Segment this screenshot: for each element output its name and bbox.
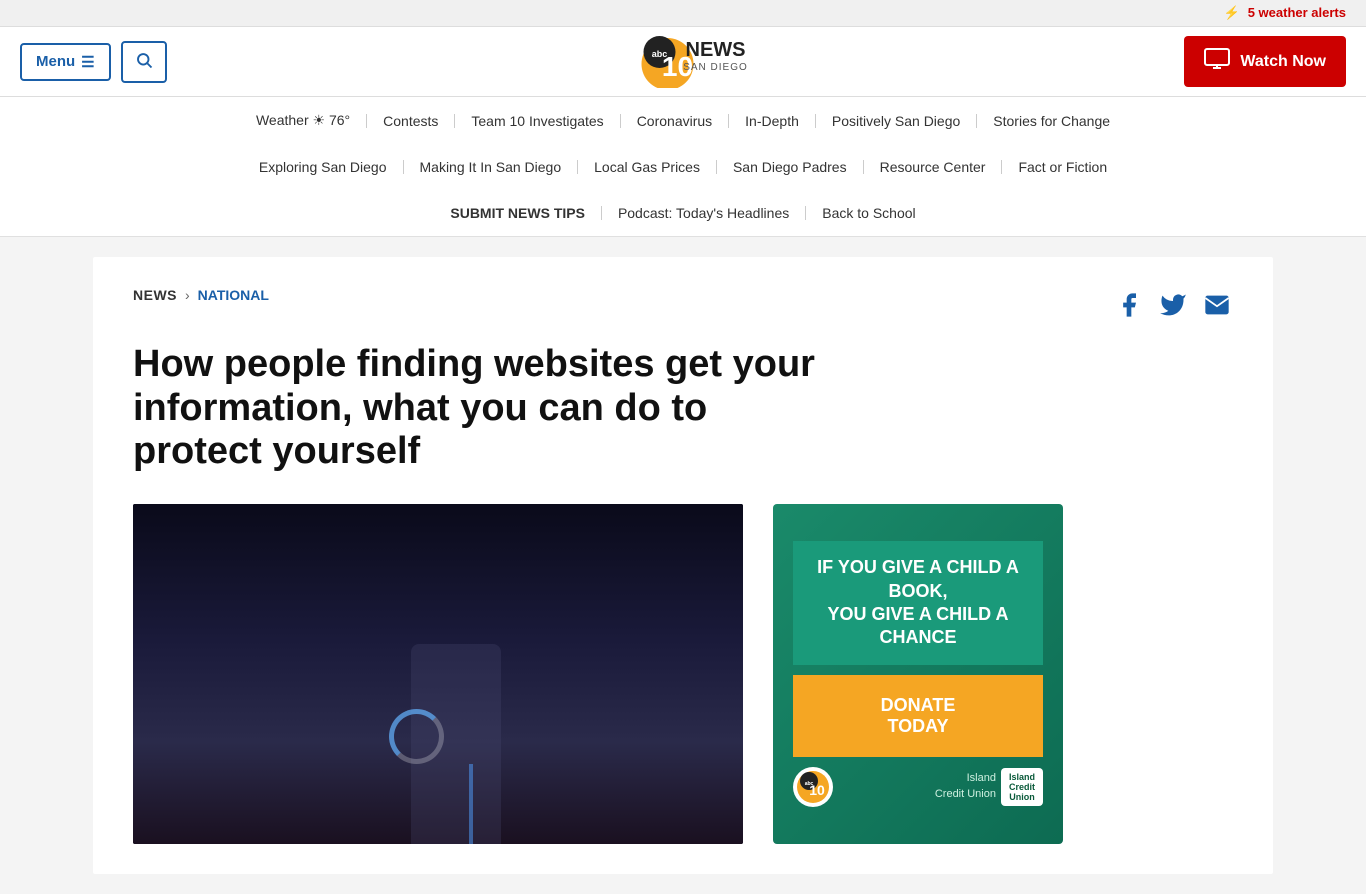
nav-row-3: SUBMIT NEWS TIPS Podcast: Today's Headli… xyxy=(0,190,1366,236)
nav-podcast[interactable]: Podcast: Today's Headlines xyxy=(602,200,805,226)
article-media xyxy=(133,504,743,844)
nav-positively[interactable]: Positively San Diego xyxy=(816,108,976,134)
nav-weather[interactable]: Weather ☀ 76° xyxy=(240,107,366,134)
nav-resource[interactable]: Resource Center xyxy=(864,154,1002,180)
search-icon xyxy=(135,51,153,73)
hamburger-icon: ☰ xyxy=(81,53,94,71)
breadcrumb: NEWS › NATIONAL xyxy=(133,287,269,303)
ad-donate-button[interactable]: DONATE TODAY xyxy=(793,675,1043,757)
article-card: NEWS › NATIONAL xyxy=(93,257,1273,874)
social-share xyxy=(1113,289,1233,321)
nav-coronavirus[interactable]: Coronavirus xyxy=(621,108,728,134)
loading-spinner xyxy=(389,709,444,764)
breadcrumb-chevron: › xyxy=(185,287,190,303)
nav-indepth[interactable]: In-Depth xyxy=(729,108,815,134)
nav-gas[interactable]: Local Gas Prices xyxy=(578,154,716,180)
nav-submit-tips[interactable]: SUBMIT NEWS TIPS xyxy=(434,200,601,226)
nav-padres[interactable]: San Diego Padres xyxy=(717,154,863,180)
breadcrumb-news[interactable]: NEWS xyxy=(133,287,177,303)
nav-fact[interactable]: Fact or Fiction xyxy=(1002,154,1123,180)
nav-stories[interactable]: Stories for Change xyxy=(977,108,1126,134)
nav-backtoschool[interactable]: Back to School xyxy=(806,200,931,226)
ad-sponsor-line1: Island xyxy=(967,772,996,784)
header-left: Menu ☰ xyxy=(20,41,167,83)
logo[interactable]: abc 10 NEWS SAN DIEGO xyxy=(616,30,751,93)
search-button[interactable] xyxy=(121,41,167,83)
alert-text: 5 weather alerts xyxy=(1248,5,1346,20)
ad-donate-sub: TODAY xyxy=(803,716,1033,737)
nav-row-2: Exploring San Diego Making It In San Die… xyxy=(0,144,1366,190)
nav-contests[interactable]: Contests xyxy=(367,108,454,134)
svg-text:10: 10 xyxy=(809,782,825,798)
svg-text:SAN DIEGO: SAN DIEGO xyxy=(683,62,748,73)
ad-station-logo: abc 10 xyxy=(793,767,833,807)
article-title: How people finding websites get your inf… xyxy=(133,343,833,474)
email-share-button[interactable] xyxy=(1201,289,1233,321)
ad-block[interactable]: IF YOU GIVE A CHILD A BOOK, YOU GIVE A C… xyxy=(773,504,1063,844)
tv-icon xyxy=(1204,48,1230,75)
nav-exploring[interactable]: Exploring San Diego xyxy=(243,154,403,180)
facebook-share-button[interactable] xyxy=(1113,289,1145,321)
ad-line2: YOU GIVE A CHILD A CHANCE xyxy=(827,604,1008,647)
watch-now-label: Watch Now xyxy=(1240,53,1326,71)
nav-row-1: Weather ☀ 76° Contests Team 10 Investiga… xyxy=(0,97,1366,144)
nav-making[interactable]: Making It In San Diego xyxy=(404,154,578,180)
video-line xyxy=(469,764,473,844)
ad-headline: IF YOU GIVE A CHILD A BOOK, YOU GIVE A C… xyxy=(793,541,1043,665)
ad-sponsor-line2: Credit Union xyxy=(935,788,996,800)
navigation: Weather ☀ 76° Contests Team 10 Investiga… xyxy=(0,97,1366,237)
lightning-icon: ⚡ xyxy=(1224,5,1240,20)
menu-button[interactable]: Menu ☰ xyxy=(20,43,111,81)
alert-bar[interactable]: ⚡ 5 weather alerts xyxy=(0,0,1366,27)
watch-now-button[interactable]: Watch Now xyxy=(1184,36,1346,87)
twitter-share-button[interactable] xyxy=(1157,289,1189,321)
ad-credit-union-logo: IslandCreditUnion xyxy=(1001,768,1043,806)
breadcrumb-row: NEWS › NATIONAL xyxy=(133,287,1233,323)
nav-team10[interactable]: Team 10 Investigates xyxy=(455,108,619,134)
video-thumbnail[interactable] xyxy=(133,504,743,844)
ad-sponsor-text: Island Credit Union xyxy=(838,771,996,802)
article-body-row: IF YOU GIVE A CHILD A BOOK, YOU GIVE A C… xyxy=(133,504,1233,844)
menu-label: Menu xyxy=(36,53,75,70)
ad-line1: IF YOU GIVE A CHILD A BOOK, xyxy=(817,557,1019,600)
breadcrumb-national[interactable]: NATIONAL xyxy=(198,287,269,303)
ad-bottom-row: abc 10 Island Credit Union IslandCreditU… xyxy=(793,767,1043,807)
header: Menu ☰ abc 10 NEWS SAN DIEGO xyxy=(0,27,1366,97)
svg-text:NEWS: NEWS xyxy=(686,39,746,61)
ad-donate-label: DONATE xyxy=(803,695,1033,716)
article-sidebar: IF YOU GIVE A CHILD A BOOK, YOU GIVE A C… xyxy=(773,504,1063,844)
content-wrapper: NEWS › NATIONAL xyxy=(73,257,1293,874)
